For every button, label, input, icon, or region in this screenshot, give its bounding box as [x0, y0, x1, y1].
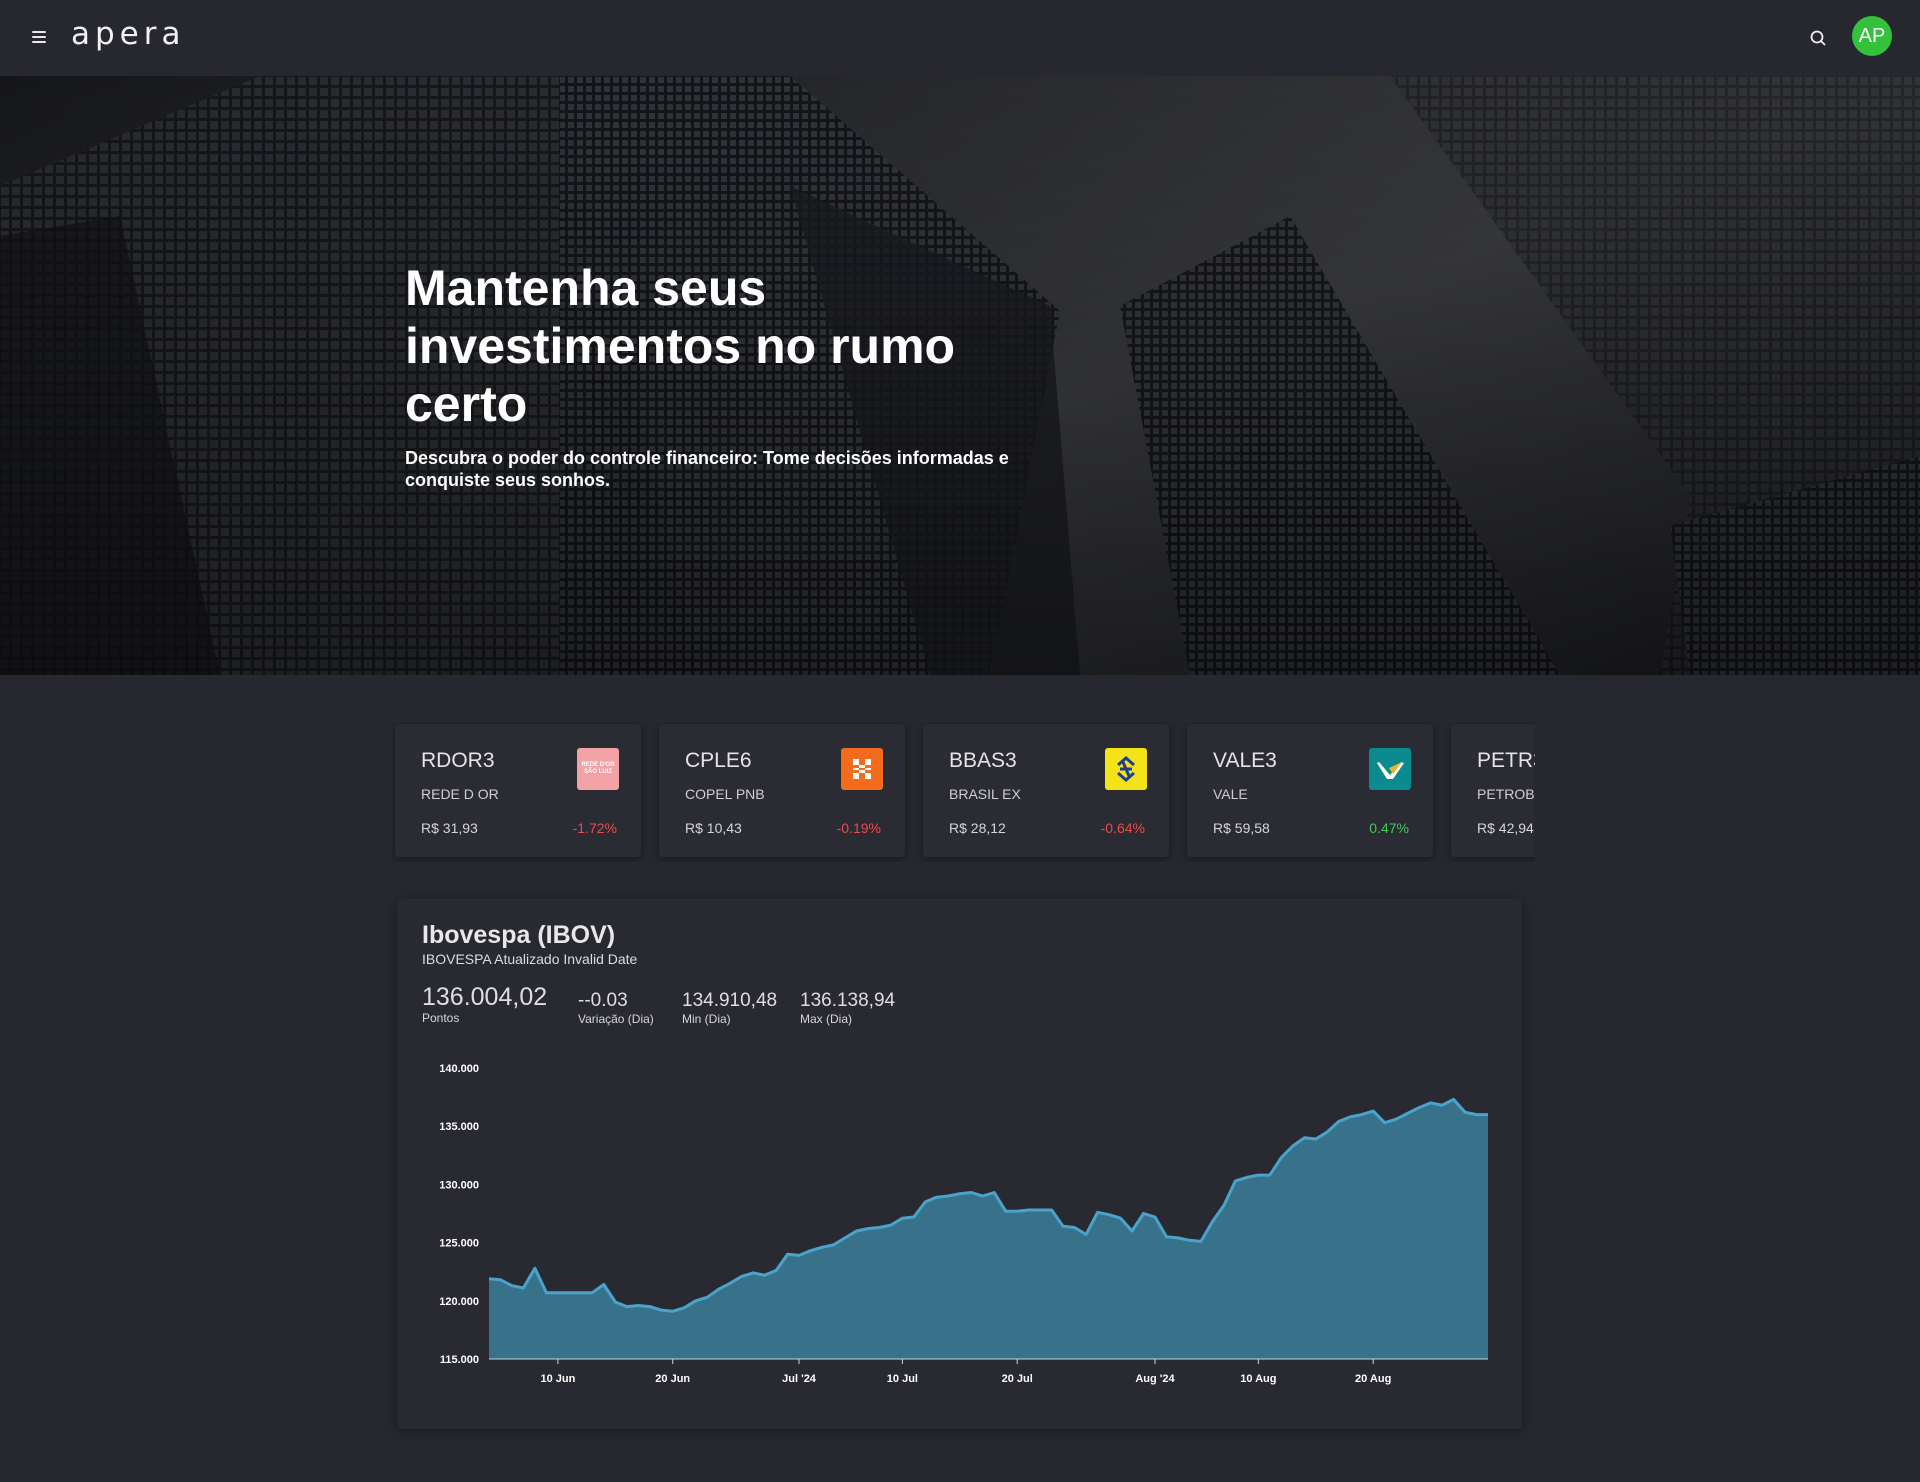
rede-dor-logo-icon: REDE D'OR SÃO LUIZ: [577, 748, 619, 790]
x-axis-tick-label: 10 Jul: [887, 1373, 918, 1385]
ibovespa-area-chart[interactable]: 140.000 135.000 130.000 125.000 120.000 115.0…: [397, 899, 1522, 1429]
x-axis-tick-label: 10 Aug: [1240, 1373, 1276, 1385]
ticker-symbol: BBAS3: [949, 749, 1017, 772]
y-axis-tick-label: 130.000: [439, 1179, 479, 1191]
y-axis-tick-label: 135.000: [439, 1121, 479, 1133]
stock-ticker-carousel[interactable]: RDOR3 REDE D OR R$ 31,93 -1.72% REDE D'O…: [392, 722, 1535, 862]
y-axis-tick-label: 115.000: [440, 1354, 479, 1366]
x-axis-tick-label: 20 Jul: [1002, 1373, 1033, 1385]
rede-dor-logo-text: REDE D'OR SÃO LUIZ: [581, 762, 615, 775]
y-axis-tick-label: 140.000: [439, 1063, 479, 1075]
top-navigation-bar: apera AP: [0, 0, 1920, 76]
ticker-price: R$ 10,43: [685, 820, 742, 836]
ticker-card-bbas3[interactable]: BBAS3 BRASIL EX R$ 28,12 -0.64%: [923, 724, 1169, 857]
y-axis-tick-label: 125.000: [439, 1238, 479, 1250]
ibov-area-fill: [489, 1099, 1488, 1359]
ticker-card-petr3[interactable]: PETR3 PETROBR R$ 42,94: [1451, 724, 1535, 857]
hero-subtitle: Descubra o poder do controle financeiro:…: [405, 448, 1009, 490]
x-axis-tick-label: 20 Aug: [1355, 1373, 1391, 1385]
ticker-symbol: VALE3: [1213, 749, 1277, 772]
ticker-symbol: RDOR3: [421, 749, 495, 772]
hero-title: Mantenha seus investimentos no rumo cert…: [405, 260, 956, 432]
ticker-company-name: BRASIL EX: [949, 786, 1021, 802]
ticker-company-name: PETROBR: [1477, 786, 1535, 802]
ticker-price: R$ 42,94: [1477, 820, 1534, 836]
ticker-company-name: VALE: [1213, 786, 1248, 802]
ticker-symbol: PETR3: [1477, 749, 1535, 772]
ticker-card-cple6[interactable]: CPLE6 COPEL PNB R$ 10,43 -0.19%: [659, 724, 905, 857]
x-axis-tick-label: Jul '24: [782, 1373, 817, 1385]
y-axis-tick-label: 120.000: [439, 1296, 479, 1308]
search-icon[interactable]: [1806, 26, 1830, 50]
hero-banner: Mantenha seus investimentos no rumo cert…: [0, 76, 1920, 675]
hamburger-menu-icon[interactable]: [32, 31, 48, 45]
apera-logo[interactable]: apera: [71, 16, 186, 52]
ticker-company-name: REDE D OR: [421, 786, 499, 802]
ibovespa-panel: Ibovespa (IBOV) IBOVESPA Atualizado Inva…: [397, 899, 1522, 1429]
ticker-card-rdor3[interactable]: RDOR3 REDE D OR R$ 31,93 -1.72% REDE D'O…: [395, 724, 641, 857]
ticker-change: -1.72%: [572, 820, 617, 836]
ticker-change: -0.19%: [836, 820, 881, 836]
x-axis-tick-label: 10 Jun: [540, 1373, 575, 1385]
ticker-price: R$ 59,58: [1213, 820, 1270, 836]
ticker-price: R$ 28,12: [949, 820, 1006, 836]
user-avatar[interactable]: AP: [1852, 16, 1892, 56]
ticker-card-vale3[interactable]: VALE3 VALE R$ 59,58 0.47%: [1187, 724, 1433, 857]
x-axis-tick-label: 20 Jun: [655, 1373, 690, 1385]
ticker-change: -0.64%: [1100, 820, 1145, 836]
vale-logo-icon: [1369, 748, 1411, 790]
x-axis-tick-label: Aug '24: [1135, 1373, 1175, 1385]
copel-logo-icon: [841, 748, 883, 790]
ticker-company-name: COPEL PNB: [685, 786, 765, 802]
ticker-price: R$ 31,93: [421, 820, 478, 836]
banco-do-brasil-logo-icon: [1105, 748, 1147, 790]
ticker-symbol: CPLE6: [685, 749, 752, 772]
ticker-change: 0.47%: [1369, 820, 1409, 836]
